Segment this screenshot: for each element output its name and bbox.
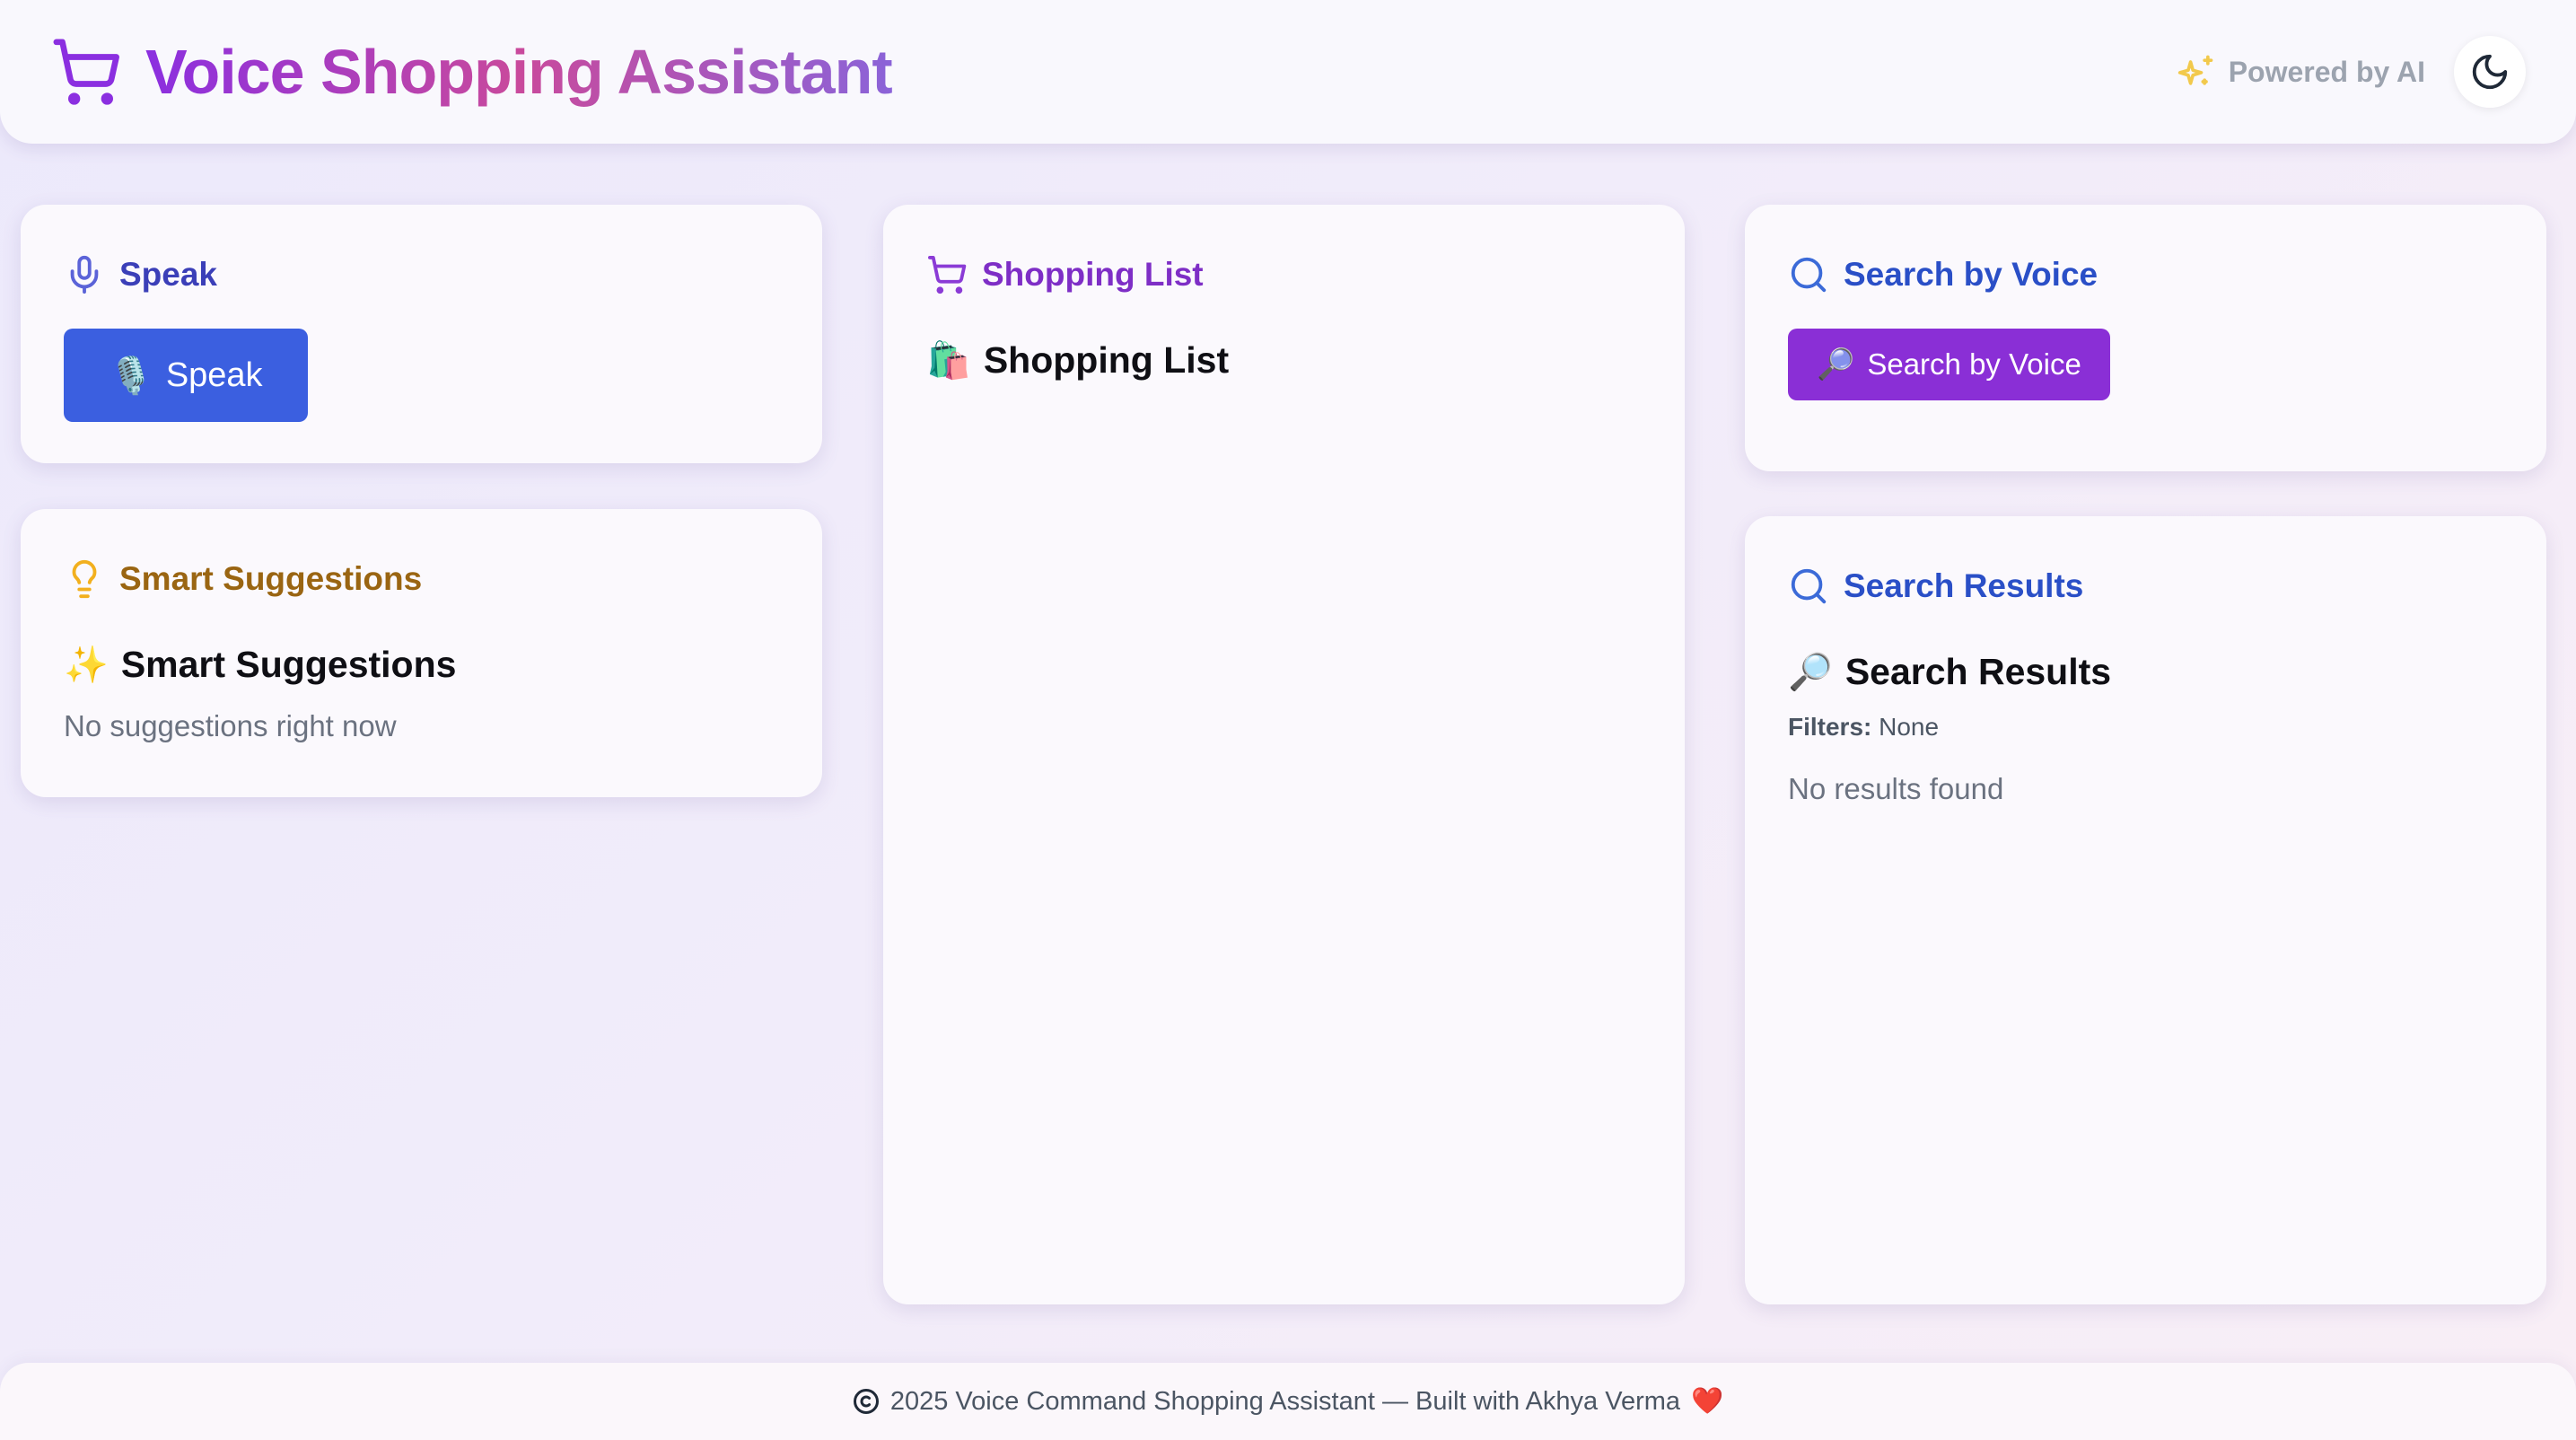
speak-card: Speak 🎙️ Speak	[21, 205, 822, 463]
suggestions-subtitle-text: Smart Suggestions	[120, 644, 457, 685]
app-footer: 2025 Voice Command Shopping Assistant — …	[0, 1363, 2576, 1440]
suggestions-subtitle: ✨ Smart Suggestions	[64, 644, 779, 686]
shopping-list-card-header: Shopping List	[926, 250, 1642, 300]
app-title: Voice Shopping Assistant	[145, 37, 893, 107]
speak-button[interactable]: 🎙️ Speak	[64, 329, 308, 422]
search-results-subtitle: 🔎 Search Results	[1788, 651, 2503, 693]
suggestions-card-title: Smart Suggestions	[119, 560, 423, 597]
powered-by-label: Powered by AI	[2228, 55, 2425, 88]
speak-button-label: Speak	[165, 356, 263, 394]
footer-text: 2025 Voice Command Shopping Assistant — …	[889, 1386, 1681, 1416]
microphone-icon	[64, 254, 105, 295]
filters-label: Filters:	[1788, 713, 1872, 741]
moon-icon	[2469, 51, 2510, 92]
search-results-card-header: Search Results	[1788, 561, 2503, 611]
shopping-cart-icon	[926, 254, 968, 295]
brand: Voice Shopping Assistant	[50, 36, 893, 108]
suggestions-empty-text: No suggestions right now	[64, 709, 397, 742]
search-results-card: Search Results 🔎 Search Results Filters:…	[1745, 516, 2546, 1304]
lightbulb-icon	[64, 558, 105, 600]
theme-toggle-button[interactable]	[2454, 36, 2526, 108]
search-by-voice-card: Search by Voice 🔎 Search by Voice	[1745, 205, 2546, 471]
shopping-list-card: Shopping List 🛍️ Shopping List	[883, 205, 1685, 1304]
search-results-empty-text: No results found	[1788, 772, 2004, 805]
speak-card-title: Speak	[119, 256, 218, 293]
search-results-card-title: Search Results	[1844, 567, 2084, 604]
search-by-voice-card-title: Search by Voice	[1844, 256, 2098, 293]
filters-value: None	[1879, 713, 1940, 741]
magnifier-icon: 🔎	[1788, 653, 1833, 692]
suggestions-card: Smart Suggestions ✨ Smart Suggestions No…	[21, 509, 822, 797]
shopping-list-subtitle: 🛍️ Shopping List	[926, 339, 1642, 382]
search-by-voice-button[interactable]: 🔎 Search by Voice	[1788, 329, 2110, 400]
suggestions-card-header: Smart Suggestions	[64, 554, 779, 604]
search-results-subtitle-text: Search Results	[1844, 651, 2112, 692]
shopping-list-subtitle-text: Shopping List	[983, 339, 1230, 381]
heart-icon: ❤️	[1691, 1387, 1724, 1416]
search-filters: Filters: None	[1788, 713, 2503, 742]
shopping-list-card-title: Shopping List	[982, 256, 1204, 293]
header-actions: Powered by AI	[2177, 36, 2526, 108]
speak-card-header: Speak	[64, 250, 779, 300]
search-by-voice-card-header: Search by Voice	[1788, 250, 2503, 300]
app-header: Voice Shopping Assistant Powered by AI	[0, 0, 2576, 144]
search-by-voice-button-label: Search by Voice	[1867, 347, 2081, 381]
shopping-bags-icon: 🛍️	[926, 341, 971, 381]
sparkles-icon	[2177, 52, 2216, 92]
magnifier-icon: 🔎	[1817, 347, 1855, 382]
sparkles-emoji-icon: ✨	[64, 645, 109, 685]
search-icon	[1788, 254, 1829, 295]
copyright-icon	[853, 1388, 880, 1415]
search-icon	[1788, 566, 1829, 607]
shopping-cart-icon	[50, 36, 122, 108]
powered-by-badge: Powered by AI	[2177, 52, 2425, 92]
studio-microphone-icon: 🎙️	[109, 356, 153, 396]
